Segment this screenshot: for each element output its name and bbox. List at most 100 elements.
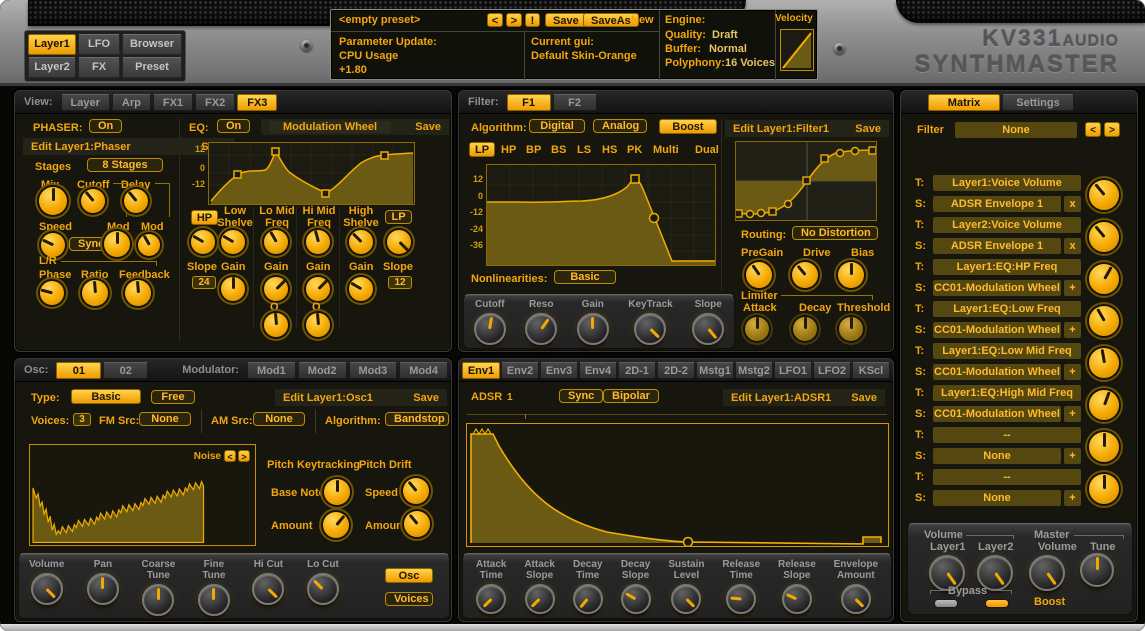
eq-hp-slope-value[interactable]: 24	[192, 276, 216, 289]
filter-graph[interactable]	[486, 164, 716, 266]
filter-type-hp[interactable]: HP	[501, 144, 516, 156]
target-dropdown[interactable]: Layer1:Voice Volume	[933, 175, 1081, 191]
nav-browser-button[interactable]: Browser	[122, 34, 182, 55]
source-dropdown[interactable]: CC01-Modulation Wheel	[933, 364, 1061, 380]
filter-reso-knob[interactable]	[525, 313, 557, 345]
algo-digital-button[interactable]: Digital	[529, 119, 585, 133]
eq-high-gain-knob[interactable]	[349, 277, 373, 301]
release-slope-knob[interactable]	[782, 584, 812, 614]
eq-hp-button[interactable]: HP	[191, 210, 218, 225]
osc-view-button[interactable]: Osc	[385, 568, 433, 583]
filter-type-lp[interactable]: LP	[469, 142, 495, 157]
cutoff-mod-knob[interactable]	[104, 231, 130, 257]
eq-lp-freq-knob[interactable]	[387, 230, 411, 254]
eq-save-button[interactable]: Save	[415, 121, 441, 133]
wave-next-button[interactable]: >	[238, 450, 250, 462]
osc-pan-knob[interactable]	[87, 573, 119, 605]
eq-graph[interactable]	[208, 142, 415, 205]
limiter-decay-knob[interactable]	[793, 317, 817, 341]
nav-preset-button[interactable]: Preset	[122, 57, 182, 78]
eq-modsource-dropdown[interactable]: Modulation Wheel	[269, 121, 391, 133]
layer1-bypass-toggle[interactable]	[934, 599, 958, 608]
row-action-button[interactable]: +	[1064, 406, 1081, 422]
matrix-amount-knob[interactable]	[1089, 264, 1119, 294]
drift-speed-knob[interactable]	[403, 478, 429, 504]
matrix-next-button[interactable]: >	[1104, 122, 1120, 137]
filter-type-ls[interactable]: LS	[577, 144, 591, 156]
pregain-knob[interactable]	[746, 262, 772, 288]
velocity-curve[interactable]	[780, 29, 814, 71]
target-dropdown[interactable]: --	[933, 469, 1081, 485]
master-volume-knob[interactable]	[1029, 555, 1065, 591]
phaser-mix-knob[interactable]	[39, 187, 67, 215]
limiter-threshold-knob[interactable]	[839, 317, 863, 341]
release-time-knob[interactable]	[726, 584, 756, 614]
algo-boost-button[interactable]: Boost	[659, 119, 717, 134]
tab-matrix[interactable]: Matrix	[928, 94, 1000, 111]
master-tune-knob[interactable]	[1080, 553, 1114, 587]
attack-time-knob[interactable]	[476, 584, 506, 614]
eq-himid-q-knob[interactable]	[306, 313, 330, 337]
drift-amount-knob[interactable]	[404, 511, 430, 537]
tab-arp[interactable]: Arp	[112, 94, 151, 111]
tab-f2[interactable]: F2	[553, 94, 597, 111]
source-dropdown[interactable]: None	[933, 490, 1061, 506]
filter-gain-knob[interactable]	[577, 313, 609, 345]
filter-type-dual[interactable]: Dual	[695, 144, 719, 156]
tab-layer[interactable]: Layer	[61, 94, 110, 111]
osc-volume-knob[interactable]	[31, 573, 63, 605]
tab-2d2[interactable]: 2D-2	[657, 362, 695, 379]
eq-hp-freq-knob[interactable]	[191, 230, 215, 254]
matrix-amount-knob[interactable]	[1089, 306, 1119, 336]
phaser-cutoff-knob[interactable]	[81, 189, 105, 213]
preset-prev-button[interactable]: <	[487, 13, 503, 27]
source-dropdown[interactable]: CC01-Modulation Wheel	[933, 322, 1061, 338]
matrix-amount-knob[interactable]	[1089, 222, 1119, 252]
matrix-amount-knob[interactable]	[1089, 390, 1119, 420]
phaser-speed-knob[interactable]	[41, 233, 65, 257]
routing-button[interactable]: No Distortion	[792, 226, 878, 240]
tab-mod3[interactable]: Mod3	[349, 362, 398, 379]
stages-button[interactable]: 8 Stages	[87, 158, 163, 172]
attack-slope-knob[interactable]	[525, 584, 555, 614]
fm-src-button[interactable]: None	[139, 412, 191, 426]
wave-prev-button[interactable]: <	[224, 450, 236, 462]
target-dropdown[interactable]: Layer1:EQ:Low Mid Freq	[933, 343, 1081, 359]
limiter-attack-knob[interactable]	[745, 317, 769, 341]
tab-mod2[interactable]: Mod2	[298, 362, 347, 379]
filter-type-bs[interactable]: BS	[551, 144, 566, 156]
source-dropdown[interactable]: None	[933, 448, 1061, 464]
eq-low-gain-knob[interactable]	[221, 277, 245, 301]
matrix-amount-knob[interactable]	[1089, 348, 1119, 378]
preset-new-button[interactable]: New	[631, 14, 654, 26]
preset-name[interactable]: <empty preset>	[339, 14, 420, 26]
osc-edit-label[interactable]: Edit Layer1:Osc1	[283, 392, 373, 404]
env-edit-label[interactable]: Edit Layer1:ADSR1	[731, 392, 831, 404]
osc-waveform-display[interactable]: Noise < >	[29, 444, 256, 546]
target-dropdown[interactable]: Layer1:EQ:Low Freq	[933, 301, 1081, 317]
bias-knob[interactable]	[838, 262, 864, 288]
tab-mstg1[interactable]: Mstg1	[696, 362, 734, 379]
source-dropdown[interactable]: ADSR Envelope 1	[933, 196, 1061, 212]
preset-alert-button[interactable]: !	[525, 13, 540, 27]
filter-edit-label[interactable]: Edit Layer1:Filter1	[733, 123, 829, 135]
voices-view-button[interactable]: Voices	[385, 592, 433, 606]
eq-high-freq-knob[interactable]	[349, 230, 373, 254]
tab-2d1[interactable]: 2D-1	[618, 362, 656, 379]
tab-kscl[interactable]: KScl	[852, 362, 890, 379]
adsr-graph[interactable]	[466, 423, 889, 547]
eq-lomid-freq-knob[interactable]	[264, 230, 288, 254]
tab-env4[interactable]: Env4	[579, 362, 617, 379]
eq-himid-gain-knob[interactable]	[306, 277, 330, 301]
row-action-button[interactable]: x	[1064, 238, 1081, 254]
sustain-level-knob[interactable]	[671, 584, 701, 614]
osc-locut-knob[interactable]	[307, 573, 339, 605]
tab-lfo2[interactable]: LFO2	[813, 362, 851, 379]
boost-label[interactable]: Boost	[1034, 596, 1065, 608]
row-action-button[interactable]: +	[1064, 364, 1081, 380]
env-bipolar-button[interactable]: Bipolar	[603, 389, 659, 403]
filter-type-bp[interactable]: BP	[526, 144, 541, 156]
osc-hicut-knob[interactable]	[252, 573, 284, 605]
osc-algo-button[interactable]: Bandstop	[385, 412, 449, 426]
target-dropdown[interactable]: Layer1:EQ:High Mid Freq	[933, 385, 1081, 401]
